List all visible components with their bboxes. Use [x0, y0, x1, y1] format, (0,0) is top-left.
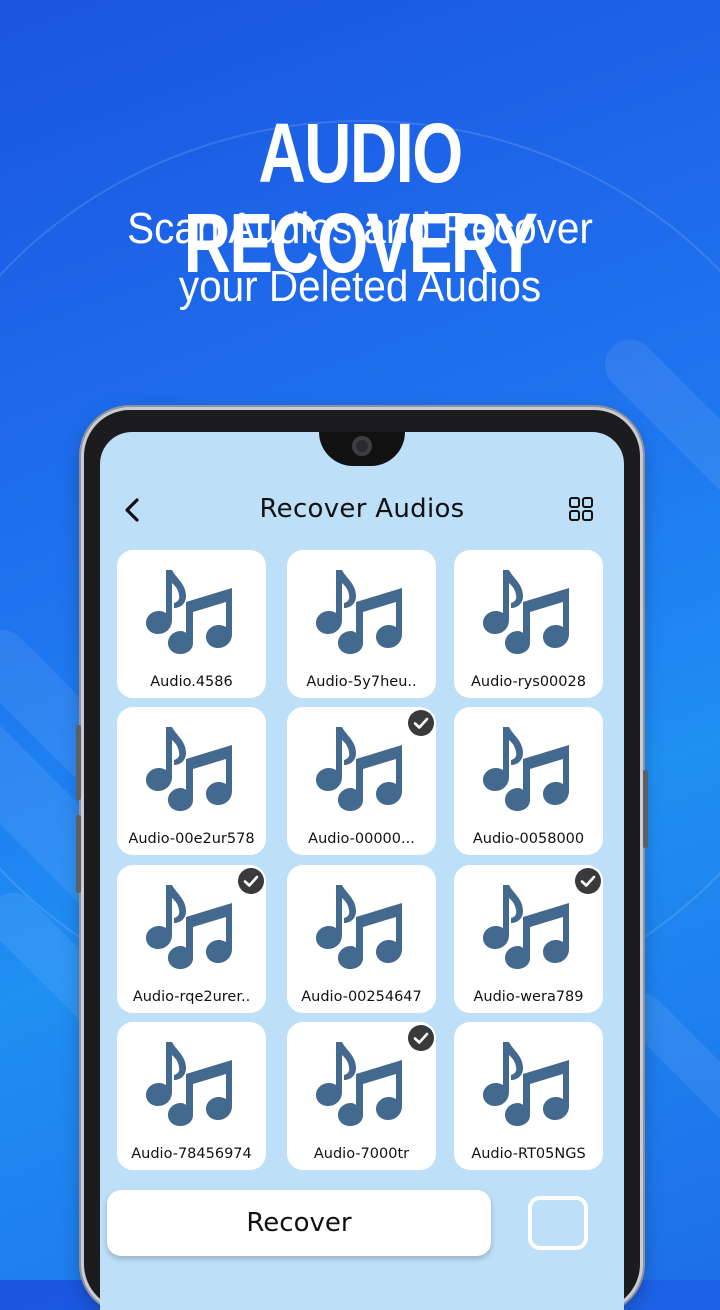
grid-view-icon	[569, 497, 593, 521]
recover-button[interactable]: Recover	[107, 1190, 491, 1256]
page-title: Recover Audios	[259, 494, 465, 524]
music-note-icon	[316, 885, 402, 969]
audio-item[interactable]: Audio-00e2ur578	[117, 707, 266, 855]
music-note-icon	[316, 727, 402, 811]
music-note-icon	[483, 727, 569, 811]
audio-item[interactable]: Audio-00000...	[287, 707, 436, 855]
phone-volume-down-button	[76, 815, 81, 893]
audio-item[interactable]: Audio.4586	[117, 550, 266, 698]
music-note-icon	[483, 885, 569, 969]
audio-item[interactable]: Audio-rqe2urer..	[117, 865, 266, 1013]
music-note-icon	[146, 885, 232, 969]
audio-item-name: Audio.4586	[150, 674, 233, 690]
audio-item[interactable]: Audio-00254647	[287, 865, 436, 1013]
promo-subline-2: your Deleted Audios	[178, 262, 542, 311]
checkmark-icon	[243, 875, 259, 887]
music-note-icon	[146, 1042, 232, 1126]
audio-item[interactable]: Audio-5y7heu..	[287, 550, 436, 698]
selected-check-badge	[575, 868, 601, 894]
music-note-icon	[483, 1042, 569, 1126]
phone-screen: Recover Audios Audio.4586 Audio-5y7heu..…	[100, 432, 624, 1310]
audio-item-name: Audio-RT05NGS	[471, 1146, 586, 1162]
audio-item-name: Audio-0058000	[472, 831, 585, 847]
camera-icon	[352, 436, 372, 456]
promo-subline-1: Scan Audios and Recover	[127, 204, 593, 253]
audio-item-name: Audio-rqe2urer..	[132, 989, 251, 1005]
audio-item-name: Audio-00254647	[301, 989, 422, 1005]
audio-item-name: Audio-7000tr	[313, 1146, 410, 1162]
audio-item[interactable]: Audio-RT05NGS	[454, 1022, 603, 1170]
selected-check-badge	[408, 710, 434, 736]
audio-item-name: Audio-00000...	[308, 831, 415, 847]
grid-view-button[interactable]	[568, 496, 594, 522]
audio-item[interactable]: Audio-rys00028	[454, 550, 603, 698]
audio-item[interactable]: Audio-0058000	[454, 707, 603, 855]
music-note-icon	[483, 570, 569, 654]
music-note-icon	[316, 570, 402, 654]
music-note-icon	[146, 570, 232, 654]
audio-item-name: Audio-5y7heu..	[306, 674, 417, 690]
audio-item-name: Audio-78456974	[131, 1146, 252, 1162]
audio-item-name: Audio-wera789	[473, 989, 584, 1005]
notch	[319, 432, 405, 466]
phone-volume-up-button	[76, 725, 81, 800]
audio-item[interactable]: Audio-78456974	[117, 1022, 266, 1170]
audio-item[interactable]: Audio-wera789	[454, 865, 603, 1013]
music-note-icon	[316, 1042, 402, 1126]
selected-check-badge	[238, 868, 264, 894]
selected-check-badge	[408, 1025, 434, 1051]
audio-item-name: Audio-rys00028	[471, 674, 586, 690]
checkmark-icon	[413, 1032, 429, 1044]
select-all-checkbox[interactable]	[528, 1196, 588, 1250]
phone-power-button	[643, 770, 648, 848]
app-toolbar: Recover Audios	[100, 490, 624, 530]
checkmark-icon	[580, 875, 596, 887]
phone-frame: Recover Audios Audio.4586 Audio-5y7heu..…	[76, 410, 648, 1310]
audio-item-name: Audio-00e2ur578	[128, 831, 255, 847]
audio-item[interactable]: Audio-7000tr	[287, 1022, 436, 1170]
checkmark-icon	[413, 717, 429, 729]
music-note-icon	[146, 727, 232, 811]
